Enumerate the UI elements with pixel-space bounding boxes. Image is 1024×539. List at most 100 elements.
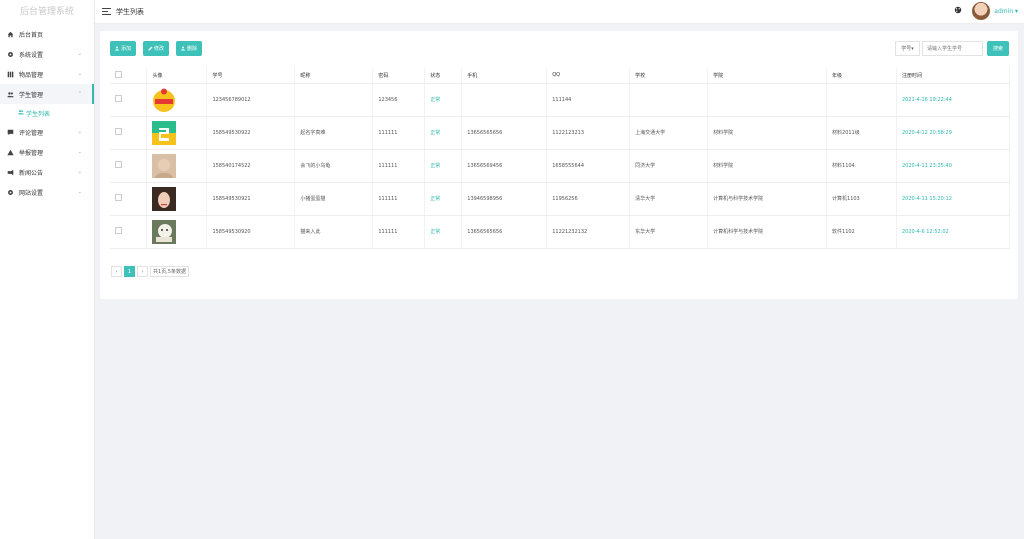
sidebar-item-label: 后台首页 xyxy=(19,31,44,39)
table-row[interactable]: 158549530922 起名字真难 111111 正常 13656565656… xyxy=(110,116,1011,150)
add-button-label: 添加 xyxy=(121,46,132,52)
grade-cell: 计算机1103 xyxy=(826,182,897,216)
column-header: 年级 xyxy=(826,68,897,84)
student-id-cell: 123456789012 xyxy=(206,83,296,117)
search-input[interactable] xyxy=(922,41,983,56)
edit-button[interactable]: 修改 xyxy=(143,41,170,56)
qq-cell: 1658555644 xyxy=(546,149,631,183)
page-number-button[interactable]: 1 xyxy=(124,266,135,277)
sidebar-item-label: 新闻公告 xyxy=(19,169,44,177)
password-cell: 111111 xyxy=(372,182,426,216)
users-small-icon xyxy=(18,109,26,117)
comment-icon xyxy=(6,128,14,136)
nickname-cell xyxy=(294,83,374,117)
page-title: 学生列表 xyxy=(116,7,144,16)
table-row[interactable]: 158549530920 猫来入此 111111 正常 13656565656 … xyxy=(110,215,1011,249)
phone-cell: 13656569456 xyxy=(461,149,548,183)
sidebar-item-home[interactable]: 后台首页 xyxy=(0,24,94,44)
select-all-checkbox-cell[interactable] xyxy=(110,68,148,84)
password-cell: 111111 xyxy=(372,116,426,150)
avatar-cell xyxy=(146,116,208,150)
school-cell: 清华大学 xyxy=(629,182,709,216)
avatar-cell xyxy=(146,215,208,249)
student-avatar xyxy=(152,87,177,112)
row-checkbox[interactable] xyxy=(115,95,122,102)
table-row[interactable]: 158540174522 会飞的小乌龟 111111 正常 1365656945… xyxy=(110,149,1011,183)
delete-button[interactable]: 删除 xyxy=(176,41,203,56)
table-row[interactable]: 158549530921 小猪蛋蛋描 111111 正常 13946598956… xyxy=(110,182,1011,216)
column-header: 昵称 xyxy=(294,68,374,84)
registered-cell: 2020-4-12 20:58:29 xyxy=(896,116,1011,150)
sidebar-item-reports[interactable]: 举报管理 ⌄ xyxy=(0,142,94,162)
student-id-cell: 158549530922 xyxy=(206,116,296,150)
sidebar-item-site-settings[interactable]: 网站设置 ⌄ xyxy=(0,182,94,202)
edit-button-label: 修改 xyxy=(154,46,165,52)
user-avatar[interactable] xyxy=(972,2,991,20)
palette-icon[interactable] xyxy=(954,6,962,16)
nickname-cell: 小猪蛋蛋描 xyxy=(294,182,374,216)
school-cell: 东华大学 xyxy=(629,215,709,249)
grade-cell: 材料1104 xyxy=(826,149,897,183)
student-avatar xyxy=(152,153,177,178)
row-checkbox-cell[interactable] xyxy=(110,83,148,117)
row-checkbox-cell[interactable] xyxy=(110,182,148,216)
column-header: 学校 xyxy=(629,68,709,84)
next-page-button[interactable]: › xyxy=(137,266,148,277)
registered-cell: 2020-4-6 12:52:02 xyxy=(896,215,1011,249)
home-icon xyxy=(6,30,14,38)
registered-cell: 2020-4-11 23:35:40 xyxy=(896,149,1011,183)
delete-button-label: 删除 xyxy=(187,46,198,52)
sidebar-item-goods[interactable]: 物品管理 ⌄ xyxy=(0,64,94,84)
menu-toggle-icon[interactable] xyxy=(102,8,111,15)
phone-cell: 13946598956 xyxy=(461,182,548,216)
row-checkbox[interactable] xyxy=(115,194,122,201)
settings-icon xyxy=(6,188,14,196)
password-cell: 123456 xyxy=(372,83,426,117)
status-cell: 正常 xyxy=(424,215,463,249)
chevron-up-icon: ⌃ xyxy=(77,91,82,97)
avatar-cell xyxy=(146,83,208,117)
column-header: 学院 xyxy=(707,68,828,84)
column-header: QQ xyxy=(546,68,631,84)
news-icon xyxy=(6,168,14,176)
qq-cell: 1122123213 xyxy=(546,116,631,150)
row-checkbox-cell[interactable] xyxy=(110,116,148,150)
sidebar-item-label: 评论管理 xyxy=(19,129,44,137)
table-row[interactable]: 123456789012 123456 正常 111144 2021-4-16 … xyxy=(110,83,1011,117)
sidebar-subitem-student-list[interactable]: 学生列表 xyxy=(0,104,94,122)
nickname-cell: 会飞的小乌龟 xyxy=(294,149,374,183)
status-cell: 正常 xyxy=(424,149,463,183)
user-menu[interactable]: admin ▾ xyxy=(994,8,1018,15)
qq-cell: 11956256 xyxy=(546,182,631,216)
search-button[interactable]: 搜索 xyxy=(987,41,1009,56)
sidebar-item-label: 学生管理 xyxy=(19,91,44,99)
pagination: ‹ 1 › 共1页,5条数据 xyxy=(111,266,191,277)
column-header: 密码 xyxy=(372,68,426,84)
student-avatar xyxy=(152,219,177,244)
row-checkbox[interactable] xyxy=(115,161,122,168)
sidebar-item-comments[interactable]: 评论管理 ⌄ xyxy=(0,122,94,142)
status-cell: 正常 xyxy=(424,83,463,117)
sidebar-item-system-settings[interactable]: 系统设置 ⌄ xyxy=(0,44,94,64)
add-button[interactable]: 添加 xyxy=(110,41,137,56)
delete-user-icon xyxy=(181,46,185,51)
select-all-checkbox[interactable] xyxy=(115,70,122,78)
sidebar-item-news[interactable]: 新闻公告 ⌄ xyxy=(0,162,94,182)
student-avatar xyxy=(152,120,177,145)
registered-cell: 2020-4-11 15:20:12 xyxy=(896,182,1011,216)
row-checkbox[interactable] xyxy=(115,128,122,135)
prev-page-button[interactable]: ‹ xyxy=(111,266,122,277)
college-cell: 材料学院 xyxy=(707,149,828,183)
student-id-cell: 158540174522 xyxy=(206,149,296,183)
search-field-select[interactable]: 学号▾ xyxy=(895,41,920,56)
row-checkbox-cell[interactable] xyxy=(110,149,148,183)
password-cell: 111111 xyxy=(372,149,426,183)
header-right: admin ▾ xyxy=(954,2,1018,20)
row-checkbox[interactable] xyxy=(115,227,122,234)
sidebar-item-students[interactable]: 学生管理 ⌃ xyxy=(0,84,94,104)
student-id-cell: 158549530921 xyxy=(206,182,296,216)
row-checkbox-cell[interactable] xyxy=(110,215,148,249)
college-cell: 材料学院 xyxy=(707,116,828,150)
column-header: 状态 xyxy=(424,68,463,84)
chevron-down-icon: ⌄ xyxy=(77,149,82,155)
